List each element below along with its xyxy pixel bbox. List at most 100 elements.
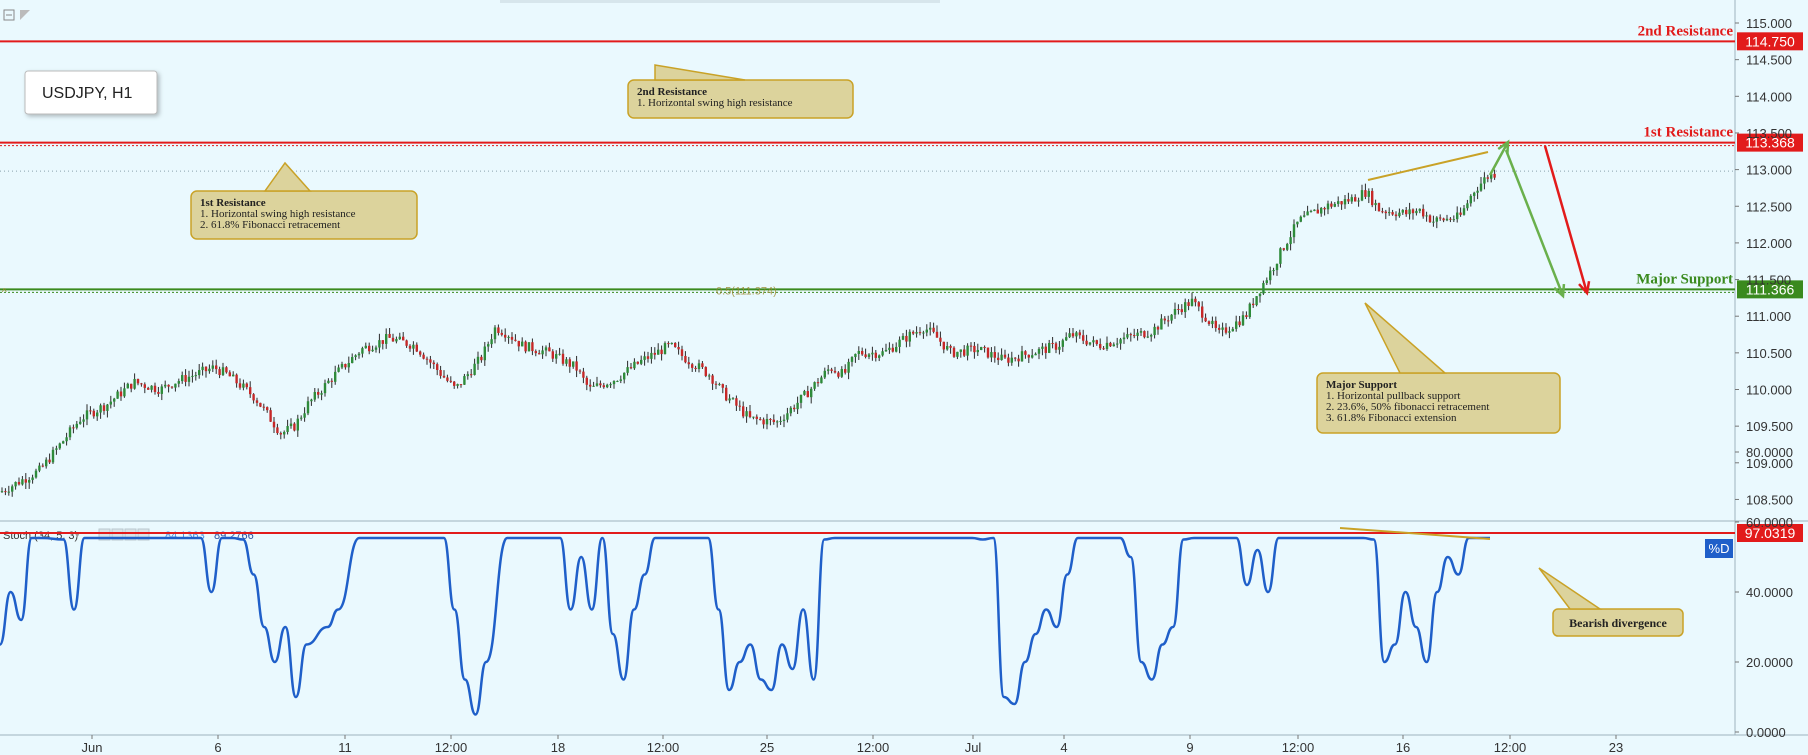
candle-body xyxy=(1228,331,1231,333)
candle-body xyxy=(1391,212,1394,215)
time-tick-label: 12:00 xyxy=(435,740,468,755)
candle-body xyxy=(721,384,724,388)
candle-body xyxy=(330,380,333,382)
candle-body xyxy=(769,419,772,421)
candle-body xyxy=(480,356,483,361)
candle-body xyxy=(208,368,211,372)
candle-body xyxy=(1173,308,1177,315)
price-tick-label: 113.000 xyxy=(1746,163,1792,178)
candle-body xyxy=(160,386,163,394)
candle-body xyxy=(612,380,616,385)
candle-body xyxy=(500,332,503,335)
candle-body xyxy=(140,383,143,385)
candle-body xyxy=(680,349,684,356)
candle-body xyxy=(1411,209,1415,214)
stoch-tick-label: 20.0000 xyxy=(1746,655,1793,670)
candle-body xyxy=(551,351,554,359)
candle-body xyxy=(626,367,629,373)
candle-body xyxy=(347,363,350,368)
candle-body xyxy=(548,347,551,352)
candle-body xyxy=(898,339,901,347)
candle-body xyxy=(677,347,680,350)
candle-body xyxy=(929,327,932,330)
candle-body xyxy=(799,394,803,403)
candle-body xyxy=(245,383,248,388)
candle-body xyxy=(221,367,225,376)
candle-body xyxy=(490,339,493,345)
candle-body xyxy=(663,343,667,355)
candle-body xyxy=(1194,298,1197,303)
price-tick-label: 114.000 xyxy=(1746,89,1792,104)
level-name-3: Major Support xyxy=(1636,271,1733,287)
candle-body xyxy=(922,332,925,334)
candle-body xyxy=(422,354,425,359)
candle-body xyxy=(378,340,381,348)
candle-body xyxy=(181,375,184,382)
candle-body xyxy=(11,486,14,492)
candle-body xyxy=(391,337,395,342)
candle-body xyxy=(1442,218,1445,221)
candle-body xyxy=(432,362,435,365)
candle-body xyxy=(296,418,299,431)
candle-body xyxy=(31,477,34,481)
candle-body xyxy=(361,348,364,354)
candle-body xyxy=(497,327,500,333)
candle-body xyxy=(1337,201,1340,204)
candle-body xyxy=(949,346,952,348)
candle-body xyxy=(1479,183,1483,191)
candle-body xyxy=(738,405,741,407)
candle-body xyxy=(313,392,316,400)
candle-body xyxy=(1439,217,1442,219)
candle-body xyxy=(1197,302,1200,307)
candle-body xyxy=(28,480,31,483)
candle-body xyxy=(619,379,622,381)
candle-body xyxy=(561,353,565,364)
candle-body xyxy=(1425,215,1428,217)
candle-body xyxy=(167,384,170,387)
candle-body xyxy=(585,377,588,385)
candle-body xyxy=(1180,309,1183,313)
candle-body xyxy=(976,349,979,353)
top-scrollbar[interactable] xyxy=(500,0,940,3)
candle-body xyxy=(544,347,548,351)
candle-body xyxy=(973,345,976,353)
candle-body xyxy=(68,427,72,438)
chart-root: 2nd Resistance 114.750 1st Resistance 113.3… xyxy=(0,0,1808,755)
candle-body xyxy=(905,335,908,342)
candle-body xyxy=(969,345,973,347)
candle-body xyxy=(1466,203,1469,209)
candle-body xyxy=(51,449,55,463)
candle-body xyxy=(252,394,255,401)
candle-body xyxy=(708,375,711,377)
candle-body xyxy=(844,369,847,373)
candle-body xyxy=(493,327,497,340)
candle-body xyxy=(1003,354,1007,358)
time-tick-label: Jun xyxy=(82,740,103,755)
candle-body xyxy=(667,343,670,345)
candle-body xyxy=(466,374,469,377)
candle-body xyxy=(242,383,245,388)
candle-body xyxy=(201,366,204,371)
candle-body xyxy=(385,334,388,344)
candle-body xyxy=(1153,326,1156,336)
candle-body xyxy=(1388,212,1391,214)
candle-body xyxy=(568,359,571,367)
candle-body xyxy=(1058,346,1061,350)
time-tick-label: 12:00 xyxy=(1494,740,1527,755)
candle-body xyxy=(1190,298,1194,306)
candle-body xyxy=(1129,334,1132,336)
level-name-2: 1st Resistance xyxy=(1643,125,1733,141)
candle-body xyxy=(558,353,561,355)
candle-body xyxy=(48,459,51,463)
candle-body xyxy=(694,367,697,370)
candle-body xyxy=(1269,270,1272,281)
time-tick-label: 9 xyxy=(1186,740,1193,755)
candle-body xyxy=(572,361,575,367)
candle-body xyxy=(1330,203,1333,207)
candle-body xyxy=(1462,208,1466,215)
fib-anchor-mark: ^ xyxy=(2,287,7,298)
time-tick-label: Jul xyxy=(965,740,982,755)
candle-body xyxy=(1238,321,1241,326)
candle-body xyxy=(742,406,745,417)
candle-body xyxy=(782,419,786,421)
